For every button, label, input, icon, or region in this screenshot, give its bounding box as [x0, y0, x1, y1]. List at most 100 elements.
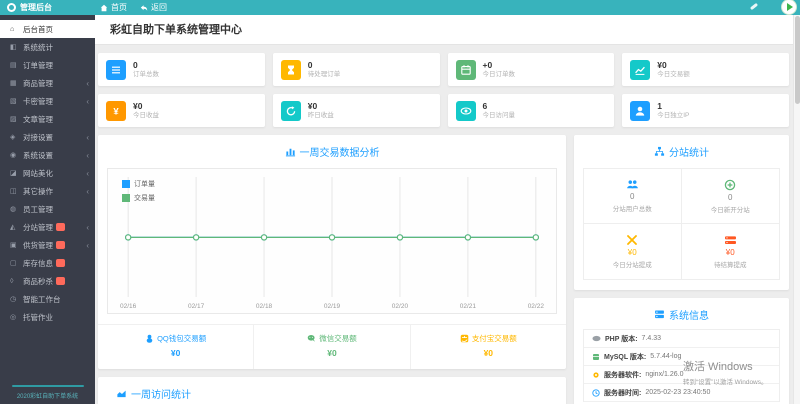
- weekly-trade-panel: 一周交易数据分析 订单量 交易量 02/16 02/17 02/18 02/19…: [98, 135, 566, 369]
- chevron-icon: ‹: [86, 78, 89, 88]
- trend-line-svg: 02/16 02/17 02/18 02/19 02/20 02/21 02/22: [120, 177, 544, 310]
- sidebar-item-task[interactable]: ◎ 托管作业: [0, 308, 95, 326]
- topbar: 管理后台 首页 返回: [0, 0, 800, 15]
- alipay-icon: [460, 334, 469, 343]
- users-group-icon: [626, 180, 638, 189]
- sidebar-item-home[interactable]: ⌂ 后台首页: [0, 20, 95, 38]
- sidebar-item-supply[interactable]: ▣ 供货管理 ‹: [0, 236, 95, 254]
- staff-icon: ◍: [10, 206, 17, 213]
- svg-text:02/20: 02/20: [392, 303, 409, 310]
- system-info-list: PHP 版本: 7.4.33 MySQL 版本: 5.7.44-log 服务器软…: [583, 329, 780, 402]
- chevron-icon: ‹: [86, 240, 89, 250]
- stat-cards-row-2: ¥ ¥0 今日收益 ¥0 昨日收益 6 今日访问量 1 今日独立IP: [98, 94, 789, 127]
- svg-text:02/16: 02/16: [120, 303, 137, 310]
- svg-text:02/18: 02/18: [256, 303, 273, 310]
- weekly-visits-panel: 一周访问统计: [98, 377, 566, 404]
- nav-home[interactable]: 首页: [100, 2, 127, 13]
- commission-icon: [627, 235, 638, 245]
- card-key-icon: ▧: [10, 98, 17, 105]
- order-list-icon: [106, 59, 126, 80]
- tool-icon[interactable]: [749, 2, 759, 11]
- qq-icon: [146, 334, 153, 343]
- page-title: 彩虹自助下单系统管理中心: [110, 24, 242, 36]
- logo-icon: [7, 3, 16, 12]
- php-version-row: PHP 版本: 7.4.33: [584, 330, 779, 348]
- sidebar-footer: 2020彩虹自助下单系统: [0, 385, 95, 404]
- sidebar-item-substation[interactable]: ◭ 分站管理 ‹: [0, 218, 95, 236]
- stats-icon: ◧: [10, 44, 17, 51]
- new-badge: [56, 277, 65, 285]
- chevron-icon: ‹: [86, 168, 89, 178]
- sidebar-item-beautify[interactable]: ◪ 网站美化 ‹: [0, 164, 95, 182]
- article-icon: ▨: [10, 116, 17, 123]
- qq-wallet-stat: QQ钱包交易额 ¥0: [98, 325, 253, 369]
- sidebar-item-stats[interactable]: ◧ 系统统计: [0, 38, 95, 56]
- substation-icon: ◭: [10, 224, 16, 231]
- page-header: 彩虹自助下单系统管理中心: [95, 15, 793, 45]
- wechat-stat: 微信交易额 ¥0: [253, 325, 409, 369]
- substation-new-cell: 0 今日新开分站: [681, 168, 780, 224]
- bar-chart-icon: [285, 148, 295, 157]
- svg-text:02/19: 02/19: [324, 303, 341, 310]
- hourglass-icon: [280, 59, 301, 80]
- trade-chart: 订单量 交易量 02/16 02/17 02/18 02/19 02/20 02/21 02…: [107, 168, 557, 314]
- substation-panel: 分站统计 0 分站用户总数 0 今日新开分站 ¥0 今日分站提成 ¥0 待结算提…: [574, 135, 789, 290]
- wechat-icon: [307, 334, 316, 342]
- stat-card-today-visits: 6 今日访问量: [447, 94, 615, 127]
- chart-legend: 订单量 交易量: [122, 179, 155, 207]
- user-icon: [630, 100, 651, 121]
- supply-icon: ▣: [10, 242, 17, 249]
- stat-cards-row-1: 0 订单总数 0 待处理订单 +0 今日订单数 ¥0 今日交易额: [98, 53, 789, 86]
- gear-icon: ◉: [10, 152, 17, 159]
- app-logo[interactable]: 管理后台: [0, 2, 95, 13]
- footer-text: 2020彩虹自助下单系统: [16, 394, 79, 400]
- stat-card-today-ip: 1 今日独立IP: [622, 94, 789, 127]
- stat-card-yesterday-income: ¥0 昨日收益: [272, 94, 440, 127]
- products-icon: ▦: [10, 80, 17, 87]
- eye-icon: [455, 100, 476, 121]
- new-badge: [56, 241, 65, 249]
- legend-swatch: [122, 180, 130, 188]
- substation-commission-cell: ¥0 今日分站提成: [583, 224, 682, 280]
- stock-icon: ▢: [10, 260, 17, 267]
- sidebar-item-cards[interactable]: ▧ 卡密管理 ‹: [0, 92, 95, 110]
- sidebar-item-workbench[interactable]: ◷ 智能工作台: [0, 290, 95, 308]
- server-software-row: 服务器软件: nginx/1.26.0: [584, 366, 779, 384]
- sidebar-item-docking[interactable]: ◈ 对接设置 ‹: [0, 128, 95, 146]
- vertical-scrollbar[interactable]: [793, 15, 800, 404]
- sidebar-item-orders[interactable]: ▤ 订单管理: [0, 56, 95, 74]
- sitemap-icon: [654, 146, 665, 156]
- trade-panel-title: 一周交易数据分析: [98, 135, 566, 159]
- footer-divider: [11, 385, 84, 387]
- nav-back[interactable]: 返回: [140, 2, 167, 13]
- new-badge: [56, 223, 65, 231]
- clock-icon: ◷: [10, 296, 17, 303]
- yen-icon: ¥: [106, 100, 126, 121]
- sidebar-item-seckill[interactable]: ◊ 商品秒杀: [0, 272, 95, 290]
- server-time-row: 服务器时间: 2025-02-23 23:40:50: [584, 384, 779, 402]
- chevron-icon: ‹: [86, 132, 89, 142]
- chevron-icon: ‹: [86, 150, 89, 160]
- sidebar-item-articles[interactable]: ▨ 文章管理: [0, 110, 95, 128]
- alipay-stat: 支付宝交易额 ¥0: [409, 325, 566, 369]
- svg-text:02/17: 02/17: [188, 303, 205, 310]
- sidebar-item-stock[interactable]: ▢ 库存信息: [0, 254, 95, 272]
- substation-panel-title: 分站统计: [574, 135, 789, 159]
- sidebar-item-products[interactable]: ▦ 商品管理 ‹: [0, 74, 95, 92]
- substation-settlement-cell: ¥0 待结算提成: [681, 224, 780, 280]
- area-chart-icon: [117, 390, 126, 398]
- player-logo-icon[interactable]: [781, 0, 797, 15]
- stat-card-today-income: ¥ ¥0 今日收益: [98, 94, 265, 127]
- sidebar-item-staff[interactable]: ◍ 员工管理: [0, 200, 95, 218]
- scrollbar-thumb[interactable]: [795, 16, 800, 104]
- task-icon: ◎: [10, 314, 17, 321]
- legend-item-orders[interactable]: 订单量: [122, 179, 155, 189]
- server-icon: [655, 310, 664, 319]
- visits-panel-title: 一周访问统计: [98, 377, 566, 401]
- chevron-icon: ‹: [86, 222, 89, 232]
- undo-icon: [280, 100, 301, 121]
- sidebar-item-settings[interactable]: ◉ 系统设置 ‹: [0, 146, 95, 164]
- calendar-icon: [455, 59, 476, 80]
- sidebar-item-other[interactable]: ◫ 其它操作 ‹: [0, 182, 95, 200]
- legend-item-trades[interactable]: 交易量: [122, 193, 155, 203]
